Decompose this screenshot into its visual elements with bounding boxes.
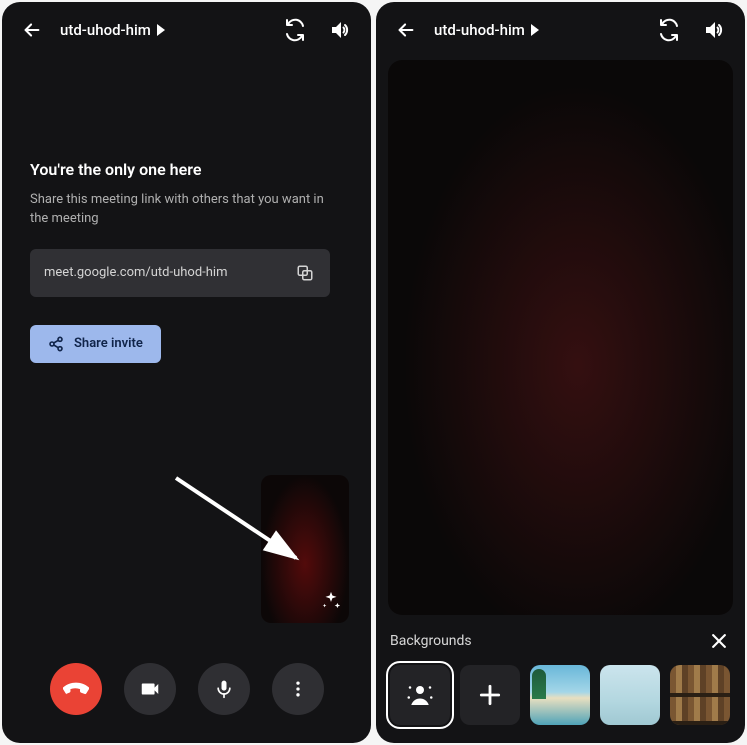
background-option-blur[interactable] [600, 665, 660, 725]
header: utd-uhod-him [2, 2, 371, 60]
screen-backgrounds: utd-uhod-him Backgrounds [376, 2, 745, 743]
chevron-right-icon [531, 24, 539, 36]
end-call-button[interactable] [50, 663, 102, 715]
close-icon[interactable] [707, 629, 731, 653]
chevron-right-icon [157, 24, 165, 36]
share-invite-label: Share invite [74, 336, 143, 351]
background-option-add[interactable] [460, 665, 520, 725]
background-option-beach[interactable] [530, 665, 590, 725]
backgrounds-title: Backgrounds [390, 633, 472, 649]
share-description: Share this meeting link with others that… [30, 191, 340, 229]
meeting-code-text: utd-uhod-him [60, 21, 151, 39]
background-options [390, 665, 731, 725]
copy-icon[interactable] [294, 262, 316, 284]
background-option-books[interactable] [670, 665, 730, 725]
speaker-icon[interactable] [327, 16, 355, 44]
meeting-link-text: meet.google.com/utd-uhod-him [44, 265, 228, 280]
backgrounds-panel: Backgrounds [376, 615, 745, 743]
camera-toggle-button[interactable] [124, 663, 176, 715]
effects-icon[interactable] [319, 589, 343, 613]
mic-toggle-button[interactable] [198, 663, 250, 715]
meeting-code-button[interactable]: utd-uhod-him [60, 21, 267, 39]
header-actions [281, 16, 355, 44]
only-one-title: You're the only one here [30, 160, 343, 179]
header-actions [655, 16, 729, 44]
meeting-code-text: utd-uhod-him [434, 21, 525, 39]
self-video-tile[interactable] [261, 475, 349, 623]
screen-meeting-empty: utd-uhod-him You're the only one here Sh… [2, 2, 371, 743]
meeting-link-row: meet.google.com/utd-uhod-him [30, 249, 330, 297]
share-invite-button[interactable]: Share invite [30, 325, 161, 363]
back-icon[interactable] [18, 16, 46, 44]
back-icon[interactable] [392, 16, 420, 44]
switch-camera-icon[interactable] [655, 16, 683, 44]
main-video-preview [388, 60, 733, 615]
call-controls [2, 663, 371, 743]
background-option-none[interactable] [390, 665, 450, 725]
switch-camera-icon[interactable] [281, 16, 309, 44]
backgrounds-header: Backgrounds [390, 629, 731, 653]
more-options-button[interactable] [272, 663, 324, 715]
share-icon [48, 336, 64, 352]
speaker-icon[interactable] [701, 16, 729, 44]
header: utd-uhod-him [376, 2, 745, 60]
meeting-code-button[interactable]: utd-uhod-him [434, 21, 641, 39]
